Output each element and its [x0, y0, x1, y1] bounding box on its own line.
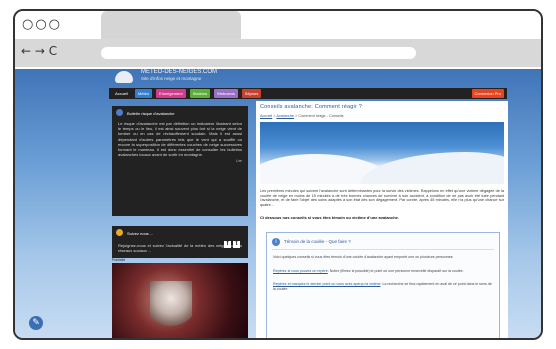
site-logo-icon[interactable] — [115, 71, 133, 83]
breadcrumb-current: > Comment réagir - Conseils — [295, 114, 344, 118]
divider — [272, 249, 494, 250]
bulletin-text: Le risque d'avalanche est par définition… — [118, 121, 242, 158]
nav-buttons[interactable]: ← → C — [21, 44, 57, 58]
breadcrumb: Accueil > Avalanche > Comment réagir - C… — [260, 114, 344, 118]
snow-shape — [360, 152, 504, 184]
menu-item-sejours[interactable]: Séjours — [241, 89, 262, 98]
facebook-icon[interactable]: f — [224, 241, 231, 248]
bulletin-title-text: Bulletin risque d'avalanche — [127, 111, 175, 116]
ad-label: Publicité — [112, 258, 126, 262]
browser-tab[interactable] — [101, 11, 241, 39]
menu-item-connexion-pro[interactable]: Connexion Pro — [471, 89, 504, 98]
avalanche-photo — [260, 122, 504, 184]
bulletin-box: Bulletin risque d'avalanche Le risque d'… — [112, 106, 248, 216]
page-title: Conseils avalanche: Comment réagir ? — [260, 104, 362, 110]
advice-1-link[interactable]: Repérez si vous pouvez un repère — [273, 269, 328, 273]
intro-text: Les premières minutes qui suivent l'aval… — [260, 189, 504, 207]
webpage: METEO-DES-NEIGES.COM Site d'infos neige … — [15, 69, 541, 338]
testimony-advice-2: Repérez et marquez le dernier point où v… — [273, 282, 493, 291]
ad-image — [150, 281, 192, 331]
bulletin-more-link[interactable]: Lire — [112, 159, 248, 163]
browser-toolbar: ← → C — [15, 39, 541, 67]
follow-title-text: Suivez nous ... — [127, 231, 154, 236]
social-links: f t — [224, 241, 240, 248]
breadcrumb-avalanche[interactable]: Avalanche — [276, 114, 294, 118]
main-menu: Accueil Météo Enneigement Stations Webca… — [109, 88, 507, 99]
menu-item-enneigement[interactable]: Enneigement — [156, 89, 186, 98]
follow-icon — [116, 229, 123, 236]
browser-chrome: ○○○ ← → C — [15, 11, 541, 71]
menu-item-webcams[interactable]: Webcams — [214, 89, 238, 98]
menu-item-stations[interactable]: Stations — [189, 89, 211, 98]
menu-item-accueil[interactable]: Accueil — [112, 89, 131, 98]
browser-window: ○○○ ← → C METEO-DES-NEIGES.COM Site d'in… — [13, 9, 543, 340]
main-content: Conseils avalanche: Comment réagir ? Acc… — [256, 101, 508, 338]
testimony-advice-1: Repérez si vous pouvez un repère: Notez … — [273, 269, 493, 274]
follow-box: Suivez nous ... f t Rejoignez-nous et su… — [112, 226, 248, 258]
info-icon: i — [272, 238, 280, 246]
address-bar[interactable] — [101, 47, 416, 59]
breadcrumb-home[interactable]: Accueil — [260, 114, 272, 118]
window-controls[interactable]: ○○○ — [22, 17, 62, 32]
testimony-box: i Témoin de la coulée - Que faire ? Voic… — [266, 232, 500, 338]
chat-icon[interactable]: ✎ — [29, 316, 43, 330]
bulletin-title: Bulletin risque d'avalanche — [112, 106, 248, 119]
follow-title: Suivez nous ... — [112, 226, 248, 239]
testimony-text: Voici quelques conseils si vous êtes tém… — [273, 255, 454, 259]
advice-2-link[interactable]: Repérez et marquez le dernier point où v… — [273, 282, 380, 286]
bulletin-icon — [116, 109, 123, 116]
site-tagline: Site d'infos neige et montagne — [141, 76, 202, 81]
menu-item-meteo[interactable]: Météo — [134, 89, 153, 98]
testimony-title: Témoin de la coulée - Que faire ? — [284, 239, 351, 244]
ad-banner[interactable] — [112, 263, 248, 338]
advice-1-text: : Notez (filmez si possible) le point où… — [327, 269, 464, 273]
emphasis-text: Ci dessous nos conseils si vous êtes tém… — [260, 215, 399, 220]
site-title[interactable]: METEO-DES-NEIGES.COM — [141, 69, 217, 75]
twitter-icon[interactable]: t — [233, 241, 240, 248]
